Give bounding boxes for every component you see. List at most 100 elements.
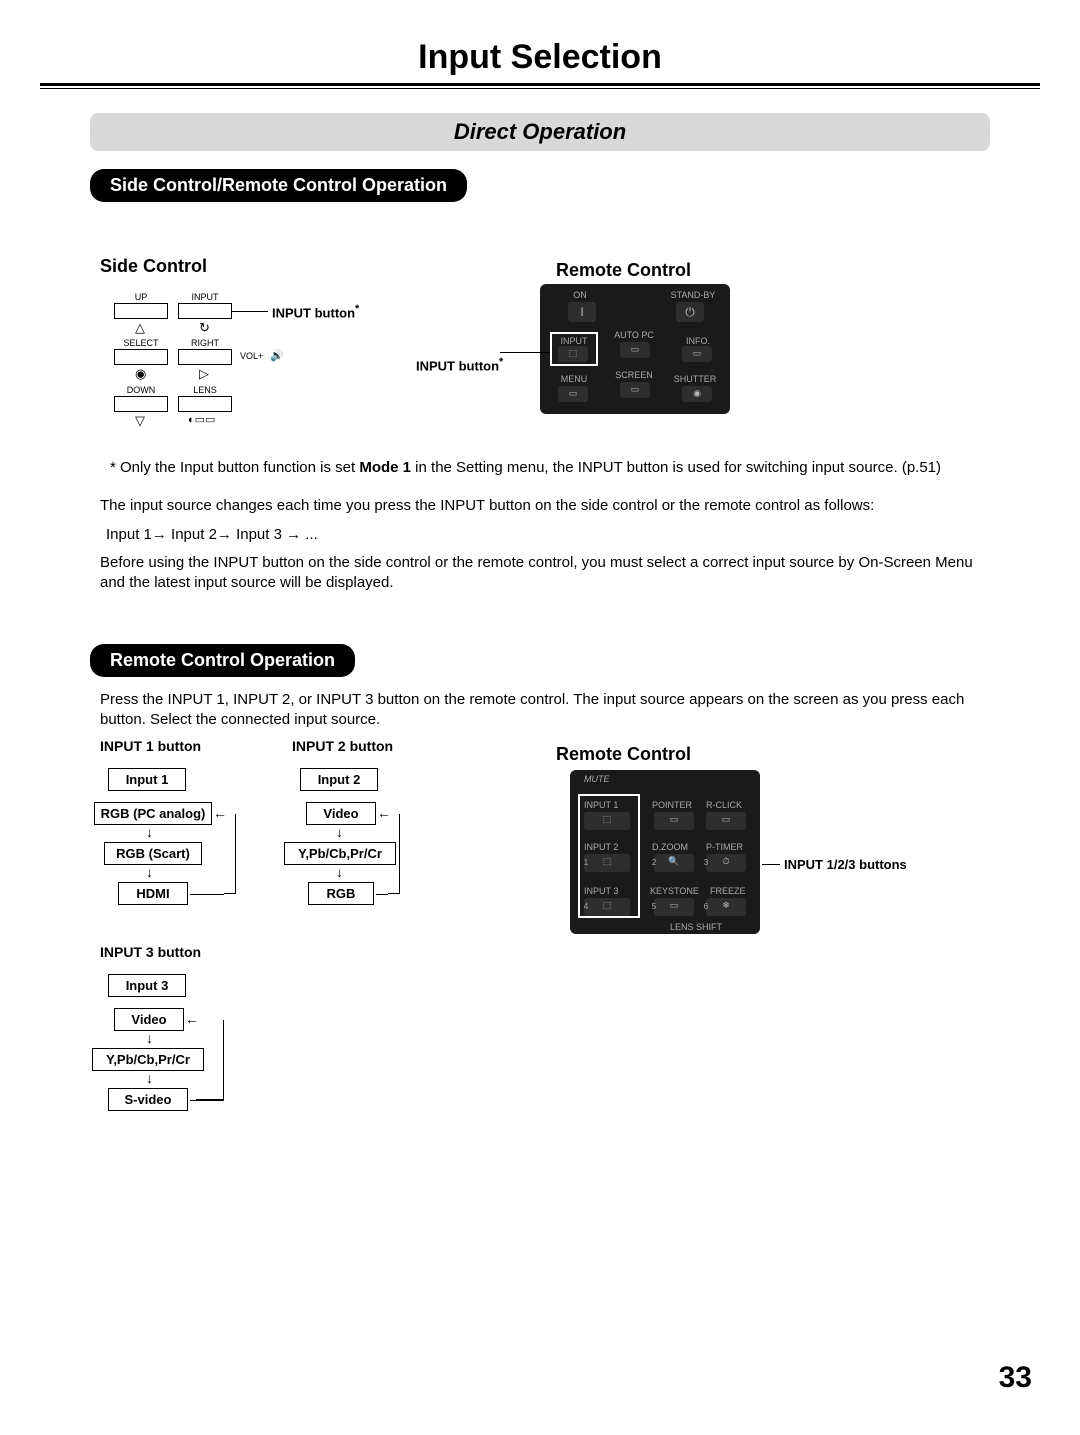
- flow3-box2: Video: [114, 1008, 184, 1031]
- heading-remote-control-2: Remote Control: [556, 744, 691, 765]
- flow3-box4: S-video: [108, 1088, 188, 1111]
- loop-conn-2: [376, 894, 388, 895]
- rb-pointer: ▭: [654, 812, 694, 830]
- rl-freeze: FREEZE: [710, 886, 746, 896]
- loop-line-2: [388, 814, 400, 894]
- callout-input-remote-text: INPUT button: [416, 358, 499, 373]
- rl-autopc: AUTO PC: [610, 330, 658, 340]
- triangle-down-icon: ▽: [135, 413, 145, 429]
- rb-freeze: ❄: [706, 898, 746, 916]
- para-sequence: Input 1→ Input 2→ Input 3 → ...: [106, 525, 980, 545]
- rl-input3: INPUT 3: [584, 886, 618, 896]
- callout-input-123: INPUT 1/2/3 buttons: [784, 857, 907, 872]
- note-prefix: * Only the Input button function is set: [110, 459, 359, 476]
- sc-btn-input: [178, 303, 232, 319]
- rl-input1: INPUT 1: [584, 800, 618, 810]
- sc-btn-right: [178, 349, 232, 365]
- sc-btn-lens: [178, 396, 232, 412]
- flow1-box4: HDMI: [118, 882, 188, 905]
- flow2-box4: RGB: [308, 882, 374, 905]
- note-mode1: * Only the Input button function is set …: [110, 458, 980, 478]
- sc-label-input: INPUT: [178, 292, 232, 302]
- rl-mute: MUTE: [584, 774, 610, 784]
- sc-label-volplus: VOL+: [240, 351, 263, 361]
- rl-menu: MENU: [552, 374, 596, 384]
- arrow-down-icon-1a: ↓: [146, 827, 153, 837]
- rb-standby: ⏻: [676, 302, 704, 322]
- triangle-right-icon: ▷: [199, 366, 209, 382]
- title-rule: [40, 83, 1040, 89]
- rl-rclick: R-CLICK: [706, 800, 742, 810]
- sc-label-up: UP: [114, 292, 168, 302]
- triangle-up-icon: △: [135, 320, 145, 336]
- sc-btn-down: [114, 396, 168, 412]
- para-sequence-intro: The input source changes each time you p…: [100, 496, 980, 516]
- rl-keystone: KEYSTONE: [650, 886, 699, 896]
- flow3-title: INPUT 3 button: [100, 944, 201, 960]
- sc-btn-up: [114, 303, 168, 319]
- rl-on: ON: [560, 290, 600, 300]
- rl-standby: STAND-BY: [668, 290, 718, 300]
- para-before-using: Before using the INPUT button on the sid…: [100, 553, 980, 594]
- asterisk-icon: *: [355, 303, 359, 315]
- note-suffix: in the Setting menu, the INPUT button is…: [411, 459, 941, 476]
- arrow-down-icon-2b: ↓: [336, 867, 343, 877]
- page-number: 33: [999, 1361, 1032, 1395]
- rl-screen: SCREEN: [610, 370, 658, 380]
- rl-n2: 2: [650, 858, 658, 867]
- callout-line-remote2: [762, 864, 780, 865]
- rl-input2: INPUT 2: [584, 842, 618, 852]
- arrow-down-icon-3b: ↓: [146, 1073, 153, 1083]
- sc-label-lens: LENS: [178, 385, 232, 395]
- sc-label-right: RIGHT: [178, 338, 232, 348]
- callout-input-side-text: INPUT button: [272, 305, 355, 320]
- rl-lensshift: LENS SHIFT: [670, 922, 722, 932]
- rl-n4: 4: [582, 902, 590, 911]
- rb-input2: ⬚: [584, 854, 630, 872]
- arrow-down-icon-2a: ↓: [336, 827, 343, 837]
- sc-label-select: SELECT: [114, 338, 168, 348]
- loop-conn-3: [190, 1100, 224, 1101]
- callout-input-side: INPUT button*: [272, 303, 359, 320]
- rl-n6: 6: [702, 902, 710, 911]
- input-cycle-icon: ↻: [199, 320, 210, 336]
- rb-autopc: ▭: [620, 342, 650, 358]
- flow1-box3: RGB (Scart): [104, 842, 202, 865]
- remote-top-image: ON STAND-BY I ⏻ INPUT AUTO PC INFO. ⬚ ▭ …: [540, 284, 730, 414]
- rb-input1: ⬚: [584, 812, 630, 830]
- rl-pointer: POINTER: [652, 800, 692, 810]
- rb-dzoom: 🔍: [654, 854, 694, 872]
- flow1-box2: RGB (PC analog): [94, 802, 212, 825]
- section-direct-operation: Direct Operation: [90, 113, 990, 151]
- rb-input3: ⬚: [584, 898, 630, 916]
- sc-btn-select: [114, 349, 168, 365]
- loop-line-3: [196, 1020, 224, 1100]
- lens-icon: ◐▭▭: [188, 413, 215, 426]
- callout-line-side: [232, 311, 268, 312]
- callout-input-remote: INPUT button*: [416, 356, 503, 373]
- rb-input: ⬚: [558, 346, 588, 362]
- arrow-down-icon-3a: ↓: [146, 1033, 153, 1043]
- remote-bottom-image: MUTE INPUT 1 INPUT 2 INPUT 3 ⬚ ⬚ ⬚ POINT…: [570, 770, 760, 934]
- rb-shutter: ◉: [682, 386, 712, 402]
- heading-remote-control-1: Remote Control: [556, 260, 691, 281]
- rl-n3: 3: [702, 858, 710, 867]
- rb-menu: ▭: [558, 386, 588, 402]
- flow1-box1: Input 1: [108, 768, 186, 791]
- rl-shutter: SHUTTER: [670, 374, 720, 384]
- rb-rclick: ▭: [706, 812, 746, 830]
- select-dot-icon: ◉: [135, 366, 146, 382]
- heading-side-control: Side Control: [100, 256, 207, 277]
- asterisk-icon-2: *: [499, 356, 503, 368]
- flow1-title: INPUT 1 button: [100, 738, 201, 754]
- para-press-input: Press the INPUT 1, INPUT 2, or INPUT 3 b…: [100, 690, 980, 731]
- note-mode1-bold: Mode 1: [359, 459, 411, 476]
- loop-line-1: [224, 814, 236, 894]
- rb-info: ▭: [682, 346, 712, 362]
- pill-remote-op: Remote Control Operation: [90, 644, 355, 677]
- rl-n5: 5: [650, 902, 658, 911]
- rb-ptimer: ⏱: [706, 854, 746, 872]
- rb-screen: ▭: [620, 382, 650, 398]
- rb-keystone: ▭: [654, 898, 694, 916]
- arrow-down-icon-1b: ↓: [146, 867, 153, 877]
